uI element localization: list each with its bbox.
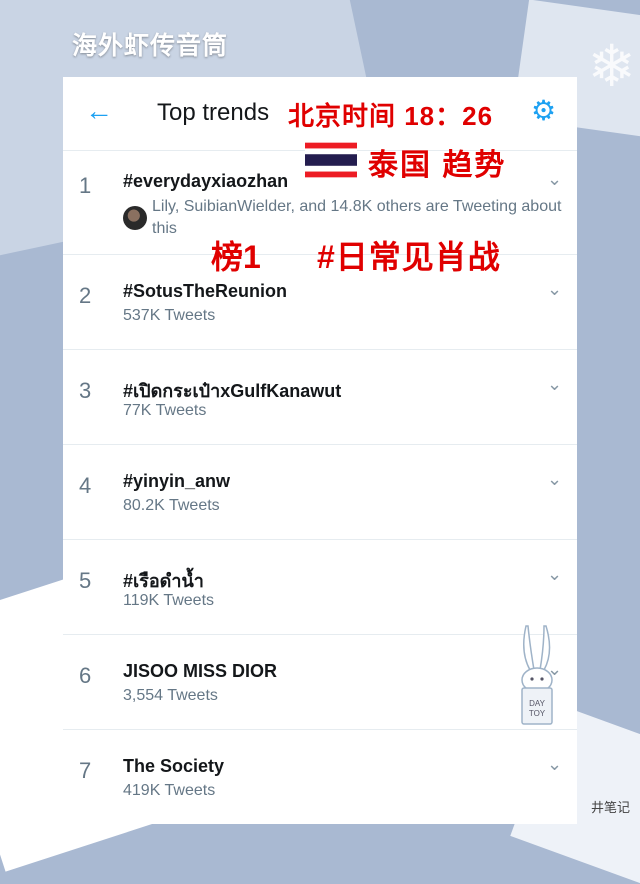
chevron-down-icon[interactable]: ⌄ [547,279,562,300]
bunny-sticker-icon: DAY TOY [521,625,553,725]
trend-tag[interactable]: #yinyin_anw [123,471,230,492]
trend-tag[interactable]: #everydayxiaozhan [123,171,288,192]
trend-row-5[interactable]: 5 #เรือดำน้ำ 119K Tweets ⌄ [63,540,577,635]
trend-rank: 1 [79,173,92,198]
trend-row-6[interactable]: 6 JISOO MISS DIOR 3,554 Tweets ⌄ [63,635,577,730]
rank-annotation: 榜1 [211,239,261,275]
tweet-count: 80.2K Tweets [123,497,220,514]
sticker-label: DAY [529,699,546,708]
back-arrow-icon[interactable]: ← [85,97,113,125]
chevron-down-icon[interactable]: ⌄ [547,754,562,775]
trend-tag[interactable]: #เรือดำน้ำ [123,566,204,595]
trend-row-3[interactable]: 3 #เปิดกระเป๋าxGulfKanawut 77K Tweets ⌄ [63,350,577,445]
avatar [123,206,147,230]
settings-gear-icon[interactable]: ⚙ [531,97,556,125]
beijing-time-annotation: 北京时间 18：26 [288,101,494,131]
trend-tag[interactable]: JISOO MISS DIOR [123,661,277,682]
sticker-label: TOY [529,709,546,718]
trend-rank: 6 [79,663,92,688]
thailand-flag-icon [305,142,357,178]
trend-rank: 5 [79,568,92,593]
trend-tag[interactable]: The Society [123,756,224,777]
chevron-down-icon[interactable]: ⌄ [547,469,562,490]
trend-rank: 3 [79,378,92,403]
trend-rank: 2 [79,283,92,308]
trends-card: ← Top trends ⚙ 1 #everydayxiaozhan ⌄ Lil… [63,77,577,824]
trend-rank: 7 [79,758,92,783]
tweet-count: 3,554 Tweets [123,687,218,704]
trend-rank: 4 [79,473,92,498]
tweet-count: 119K Tweets [123,592,215,609]
chevron-down-icon[interactable]: ⌄ [547,564,562,585]
trend-row-4[interactable]: 4 #yinyin_anw 80.2K Tweets ⌄ [63,445,577,540]
tweet-count: 77K Tweets [123,402,207,419]
snowflake-icon: ❄ [587,34,636,99]
corner-watermark: 井笔记 [590,800,630,815]
trend-tag[interactable]: #เปิดกระเป๋าxGulfKanawut [123,376,341,405]
tweet-count: 537K Tweets [123,307,216,324]
chevron-down-icon[interactable]: ⌄ [547,374,562,395]
trend-tag[interactable]: #SotusTheReunion [123,281,287,302]
trend-row-7[interactable]: 7 The Society 419K Tweets ⌄ [63,730,577,824]
rank-tag-annotation: #日常见肖战 [317,239,501,275]
country-trend-annotation: 泰国 趋势 [368,149,507,182]
brand-watermark: 海外虾传音筒 [72,32,229,60]
tweet-count: 419K Tweets [123,782,216,799]
page-title: Top trends [157,99,270,126]
chevron-down-icon[interactable]: ⌄ [547,169,562,190]
